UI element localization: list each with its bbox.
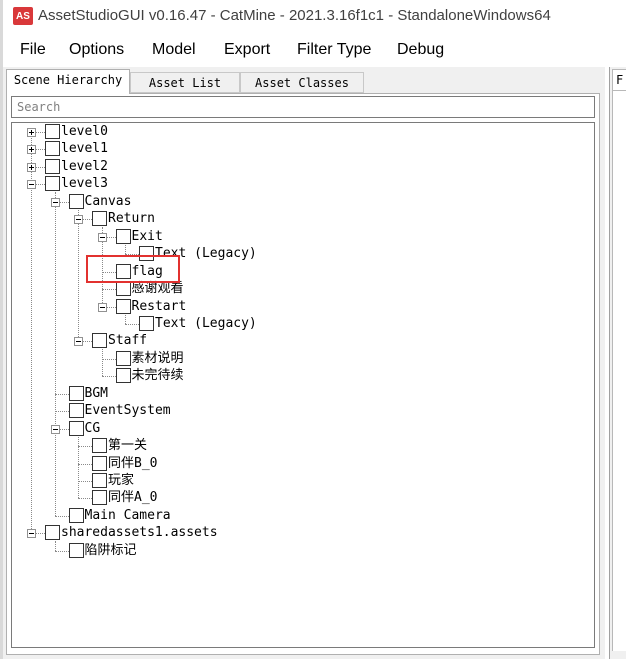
tab-scene-hierarchy[interactable]: Scene Hierarchy (6, 69, 130, 94)
tree-connector (78, 436, 79, 499)
tree-connector (54, 550, 69, 552)
expand-icon[interactable] (27, 162, 36, 172)
tree-connector (125, 323, 139, 325)
expand-icon[interactable] (27, 128, 36, 137)
collapse-icon[interactable] (74, 215, 83, 225)
tree-checkbox[interactable] (45, 158, 60, 174)
tree-node-label[interactable]: Main Camera (84, 507, 171, 524)
tree-node-label[interactable]: 玩家 (108, 473, 135, 489)
collapse-icon[interactable] (50, 197, 60, 207)
tree-connector (78, 498, 92, 500)
tree-checkbox[interactable] (68, 507, 84, 523)
tree-connector (54, 192, 56, 516)
tree-connector (78, 463, 92, 465)
tree-connector (125, 314, 126, 324)
tree-node-label[interactable]: 素材说明 (131, 350, 184, 367)
app-logo-icon: AS (13, 7, 33, 25)
tree-node-label[interactable]: 同伴B_0 (108, 455, 158, 472)
right-panel: F (609, 67, 626, 659)
tab-asset-list[interactable]: Asset List (130, 72, 240, 93)
menu-file[interactable]: File (20, 41, 46, 59)
tree-checkbox[interactable] (92, 333, 107, 349)
tree-node-label[interactable]: 未完待续 (131, 368, 184, 385)
tree-checkbox[interactable] (45, 176, 60, 192)
collapse-icon[interactable] (27, 180, 36, 190)
tree-connector (125, 244, 126, 255)
tree-node-label[interactable]: level3 (61, 176, 108, 193)
left-panel: Scene Hierarchy Asset List Asset Classes… (3, 67, 605, 659)
tree-connector (101, 289, 116, 291)
tree-node-label[interactable]: BGM (84, 385, 108, 402)
flag-highlight-box (86, 255, 180, 283)
tree-checkbox[interactable] (92, 490, 107, 506)
window-title: AssetStudioGUI v0.16.47 - CatMine - 2021… (38, 7, 551, 24)
tree-node-label[interactable]: 陷阱标记 (84, 542, 137, 559)
tree-node-label[interactable]: level1 (61, 141, 108, 158)
tree-node-label[interactable]: Exit (131, 228, 163, 245)
search-input[interactable]: Search (11, 96, 595, 118)
scene-tree[interactable]: level0 level1 level2 level3 Canvas Return Exit… (11, 122, 595, 648)
tree-connector (101, 376, 116, 378)
tree-node-label[interactable]: Canvas (84, 193, 132, 210)
tree-node-label[interactable]: level0 (61, 124, 108, 140)
tab-preview[interactable]: F (612, 69, 626, 91)
tree-node-label[interactable]: sharedassets1.assets (61, 525, 218, 542)
tree-checkbox[interactable] (92, 455, 107, 471)
tree-checkbox[interactable] (92, 211, 107, 227)
tree-checkbox[interactable] (92, 473, 107, 488)
tree-node-label[interactable]: CG (84, 420, 101, 437)
tree-checkbox[interactable] (115, 298, 131, 314)
title-bar: AS AssetStudioGUI v0.16.47 - CatMine - 2… (3, 0, 626, 34)
tree-node-label[interactable]: Return (108, 211, 155, 228)
tree-connector (54, 393, 69, 395)
tree-checkbox[interactable] (139, 315, 154, 331)
tree-node-label[interactable]: level2 (61, 158, 108, 175)
tree-connector (31, 132, 32, 534)
tree-connector (101, 358, 116, 360)
menu-model[interactable]: Model (152, 41, 196, 59)
tree-checkbox[interactable] (68, 542, 84, 558)
collapse-icon[interactable] (50, 424, 60, 434)
tree-connector (78, 446, 92, 448)
menu-bar: File Options Model Export Filter Type De… (3, 34, 626, 67)
tree-checkbox[interactable] (92, 438, 107, 454)
tree-checkbox[interactable] (68, 420, 84, 436)
tree-checkbox[interactable] (68, 403, 84, 419)
menu-debug[interactable]: Debug (397, 41, 444, 59)
tree-checkbox[interactable] (45, 141, 60, 157)
tree-checkbox[interactable] (115, 281, 131, 297)
tree-checkbox[interactable] (45, 525, 60, 541)
tree-node-label[interactable]: Text (Legacy) (155, 315, 257, 332)
tree-node-label[interactable]: 同伴A_0 (108, 490, 158, 507)
tree-node-label[interactable]: EventSystem (84, 403, 171, 420)
collapse-icon[interactable] (74, 337, 83, 347)
tree-checkbox[interactable] (68, 193, 84, 209)
collapse-icon[interactable] (97, 232, 107, 242)
collapse-icon[interactable] (27, 529, 36, 539)
preview-area (612, 91, 626, 651)
menu-export[interactable]: Export (224, 41, 270, 59)
tree-node-label[interactable]: Staff (108, 333, 148, 350)
tree-checkbox[interactable] (115, 228, 131, 244)
tree-node-label[interactable]: Restart (131, 298, 187, 315)
tree-connector (78, 209, 79, 342)
menu-filter-type[interactable]: Filter Type (297, 41, 371, 59)
tab-asset-classes[interactable]: Asset Classes (240, 72, 364, 93)
menu-options[interactable]: Options (69, 41, 124, 59)
tree-checkbox[interactable] (68, 385, 84, 401)
scene-hierarchy-panel: Search level0 level1 level2 level3 Canvas Ret… (6, 93, 600, 655)
expand-icon[interactable] (27, 145, 36, 155)
tree-connector (54, 541, 56, 551)
tree-node-label[interactable]: 感谢观看 (131, 281, 184, 298)
tree-node-label[interactable]: 第一关 (108, 438, 148, 455)
tree-connector (78, 481, 92, 482)
tree-checkbox[interactable] (115, 350, 131, 366)
collapse-icon[interactable] (97, 302, 107, 312)
tree-connector (54, 411, 69, 413)
tree-checkbox[interactable] (115, 368, 131, 384)
tree-connector (54, 515, 69, 517)
tree-checkbox[interactable] (45, 124, 60, 139)
tree-connector (101, 349, 103, 377)
